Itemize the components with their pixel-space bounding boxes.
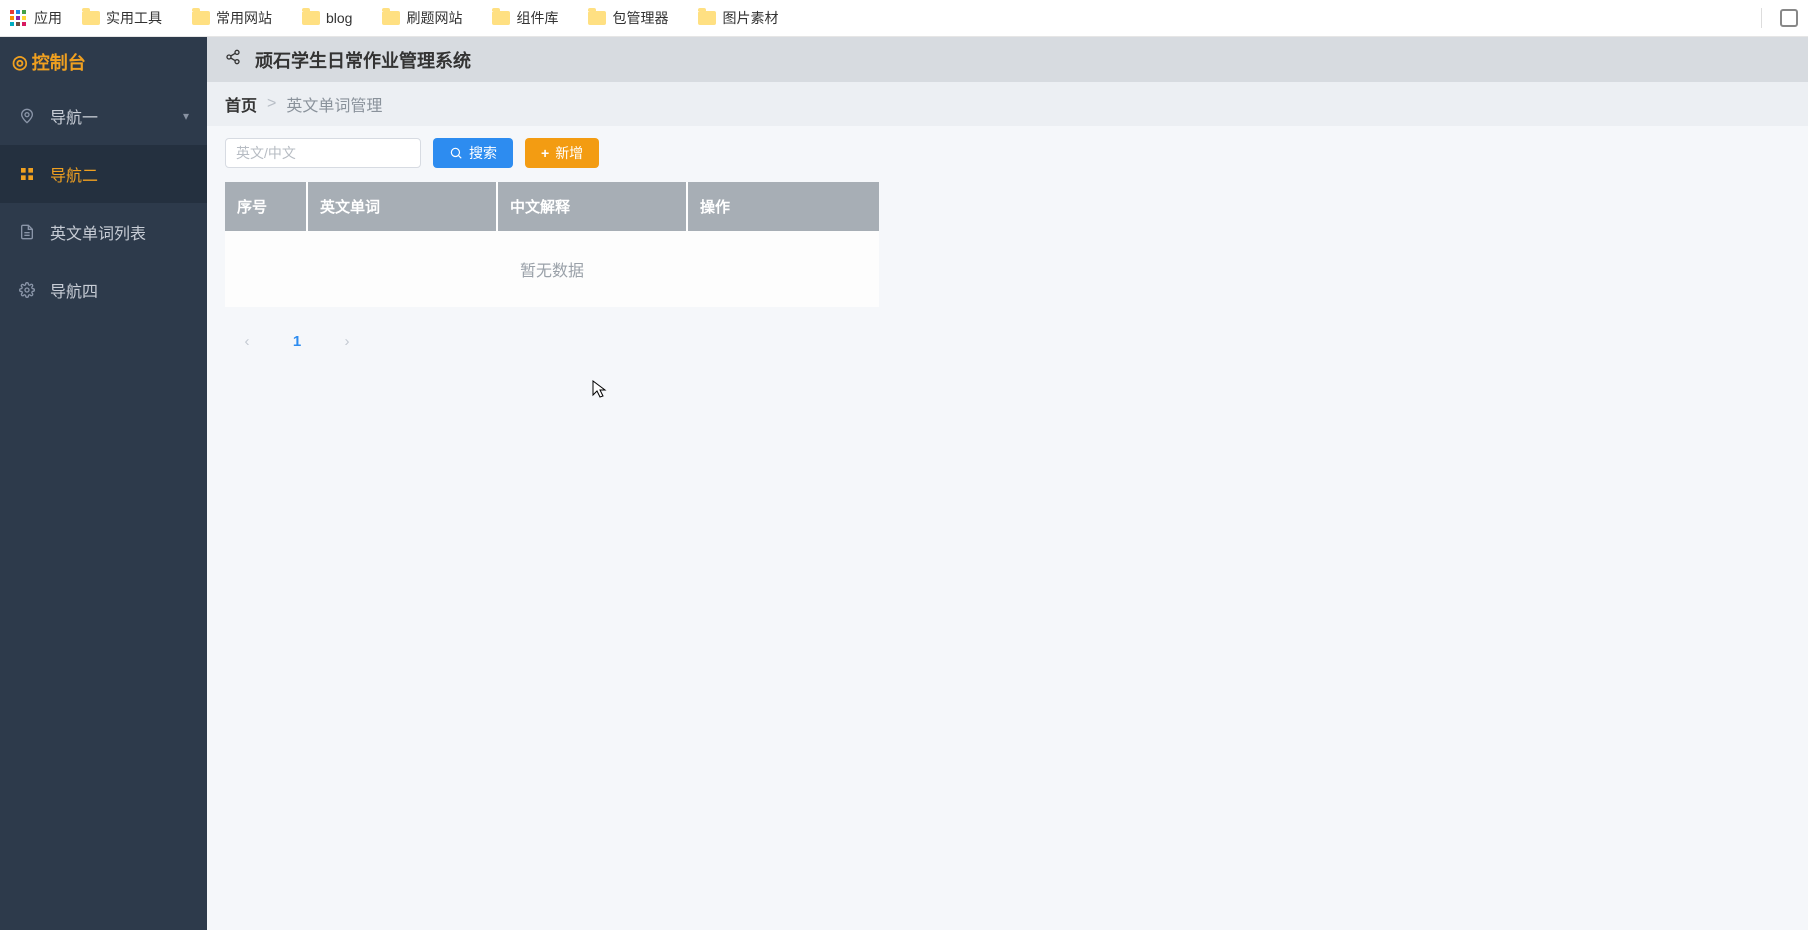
col-chinese: 中文解释: [497, 182, 687, 231]
top-bar: 顽石学生日常作业管理系统: [207, 37, 1808, 82]
search-input[interactable]: [225, 138, 421, 168]
folder-icon: [492, 11, 510, 25]
content: 搜索 + 新增 序号 英文单词 中文解释 操作 暂无数据: [207, 126, 1808, 375]
table-header-row: 序号 英文单词 中文解释 操作: [225, 182, 879, 231]
brand-text: 控制台: [32, 49, 86, 75]
brand[interactable]: ◎控制台: [0, 37, 207, 87]
table-empty-row: 暂无数据: [225, 231, 879, 307]
folder-icon: [382, 11, 400, 25]
brand-icon: ◎: [12, 52, 28, 73]
sidebar-item-label: 导航二: [50, 162, 98, 186]
apps-launcher[interactable]: 应用: [10, 8, 62, 28]
breadcrumb-current: 英文单词管理: [286, 92, 382, 116]
prev-page[interactable]: ‹: [231, 325, 263, 357]
app-title: 顽石学生日常作业管理系统: [255, 47, 471, 73]
bookmark-item[interactable]: blog: [292, 6, 362, 30]
reading-list-icon[interactable]: [1780, 9, 1798, 27]
grid-icon: [18, 165, 36, 183]
folder-icon: [192, 11, 210, 25]
search-icon: [449, 146, 463, 160]
col-actions: 操作: [687, 182, 879, 231]
bookmark-item[interactable]: 常用网站: [182, 4, 282, 32]
search-button[interactable]: 搜索: [433, 138, 513, 168]
bookmark-item[interactable]: 组件库: [482, 4, 568, 32]
gear-icon: [18, 281, 36, 299]
bookmark-item[interactable]: 图片素材: [688, 4, 788, 32]
folder-icon: [302, 11, 320, 25]
sidebar-item-wordlist[interactable]: 英文单词列表: [0, 203, 207, 261]
next-page[interactable]: ›: [331, 325, 363, 357]
page-number[interactable]: 1: [281, 325, 313, 357]
chevron-down-icon: ▾: [183, 109, 189, 123]
plus-icon: +: [541, 145, 549, 161]
empty-text: 暂无数据: [225, 231, 879, 307]
add-button[interactable]: + 新增: [525, 138, 599, 168]
control-row: 搜索 + 新增: [225, 138, 1790, 168]
sidebar-item-label: 导航一: [50, 104, 98, 128]
breadcrumb-sep: >: [267, 95, 276, 113]
sidebar-item-nav2[interactable]: 导航二: [0, 145, 207, 203]
col-index: 序号: [225, 182, 307, 231]
share-icon[interactable]: [225, 49, 241, 70]
apps-label: 应用: [34, 8, 62, 28]
folder-icon: [588, 11, 606, 25]
pin-icon: [18, 107, 36, 125]
sidebar-item-nav4[interactable]: 导航四: [0, 261, 207, 319]
pagination: ‹ 1 ›: [225, 325, 1790, 357]
sidebar-item-nav1[interactable]: 导航一 ▾: [0, 87, 207, 145]
sidebar-item-label: 英文单词列表: [50, 220, 146, 244]
folder-icon: [698, 11, 716, 25]
divider: [1761, 8, 1762, 28]
sidebar: ◎控制台 导航一 ▾ 导航二 英文单词列表 导航四: [0, 37, 207, 930]
document-icon: [18, 223, 36, 241]
bookmark-bar: 应用 实用工具 常用网站 blog 刷题网站 组件库 包管理器 图片素材: [0, 0, 1808, 37]
word-table: 序号 英文单词 中文解释 操作 暂无数据: [225, 182, 879, 307]
breadcrumb: 首页 > 英文单词管理: [207, 82, 1808, 126]
folder-icon: [82, 11, 100, 25]
sidebar-item-label: 导航四: [50, 278, 98, 302]
bookmark-item[interactable]: 实用工具: [72, 4, 172, 32]
breadcrumb-root[interactable]: 首页: [225, 92, 257, 116]
col-english: 英文单词: [307, 182, 497, 231]
main-area: 顽石学生日常作业管理系统 首页 > 英文单词管理 搜索 + 新增: [207, 37, 1808, 930]
bookmark-item[interactable]: 包管理器: [578, 4, 678, 32]
bookmark-item[interactable]: 刷题网站: [372, 4, 472, 32]
apps-icon: [10, 10, 26, 26]
